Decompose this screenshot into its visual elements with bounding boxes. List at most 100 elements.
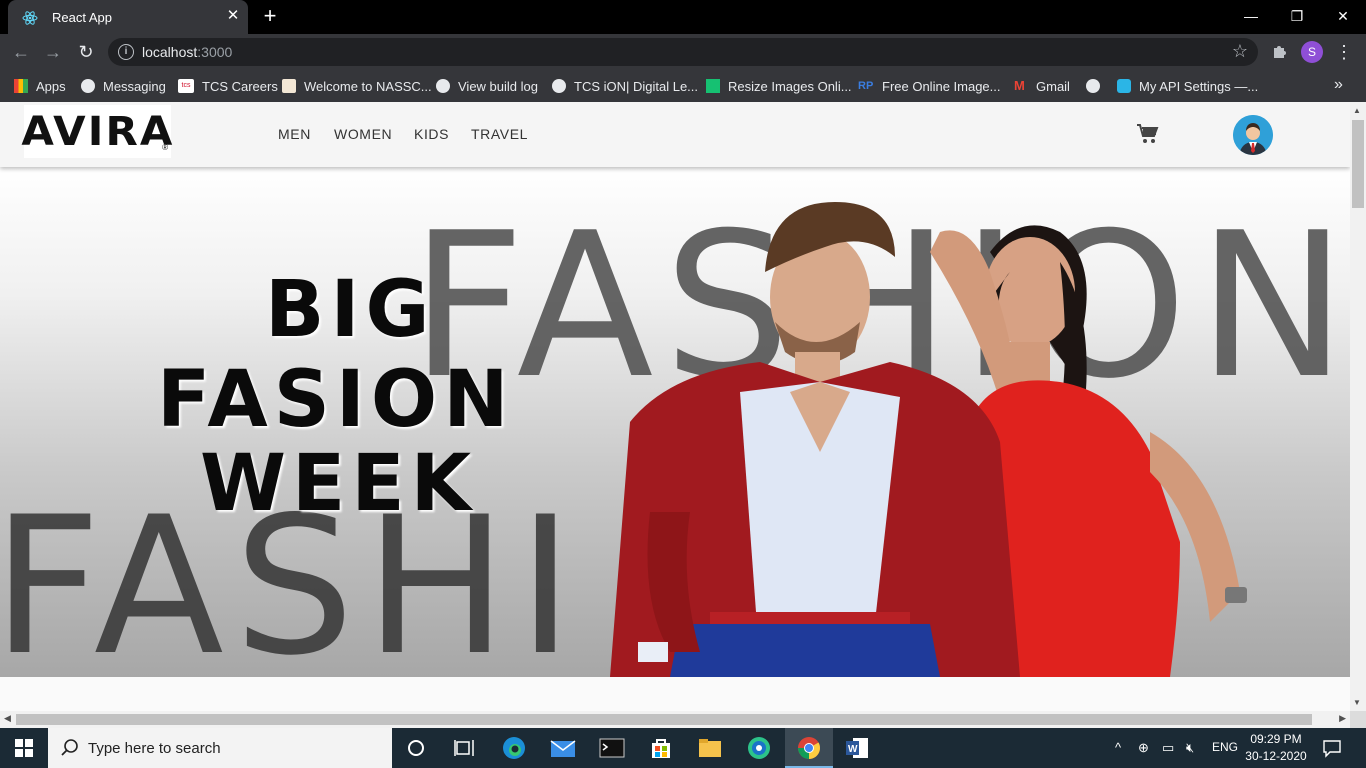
browser-menu-icon[interactable]: ⋮ (1334, 40, 1354, 64)
taskbar-file-explorer[interactable] (686, 728, 734, 768)
new-tab-button[interactable]: + (258, 5, 282, 29)
url-host: localhost (142, 44, 198, 60)
windows-start-button[interactable] (0, 728, 48, 768)
app-header: AVIRA ® MEN WOMEN KIDS TRAVEL (0, 102, 1350, 167)
task-view-button[interactable] (440, 728, 488, 768)
tcs-icon: tcs (178, 79, 194, 93)
horizontal-scroll-thumb[interactable] (16, 714, 1312, 725)
forward-arrow-icon[interactable]: → (40, 40, 66, 64)
site-info-icon[interactable]: i (118, 44, 134, 60)
user-avatar-icon (1233, 115, 1273, 155)
windows-taskbar: Type here to search W ^ ⊕ ▭ 🔇︎ ENG 09:29… (0, 728, 1366, 768)
taskbar-search-placeholder: Type here to search (88, 739, 221, 757)
back-arrow-icon[interactable]: ← (8, 40, 34, 64)
volume-muted-icon[interactable]: 🔇︎ (1186, 740, 1194, 756)
bookmark-label: TCS iON| Digital Le... (574, 78, 699, 94)
avira-logo[interactable]: AVIRA ® (20, 105, 175, 158)
folder-icon (699, 739, 721, 757)
hero-slogan-line: FASION (157, 355, 515, 445)
bookmark-apps[interactable]: Apps (14, 77, 66, 95)
bookmark-messaging[interactable]: Messaging (81, 77, 166, 95)
bookmark-label: View build log (458, 78, 538, 94)
logo-registered-mark: ® (162, 143, 168, 152)
taskbar-search-box[interactable]: Type here to search (48, 728, 392, 768)
browser-tab-strip: React App ✕ + — ❐ ✕ (0, 0, 1366, 34)
bookmark-nasscom[interactable]: Welcome to NASSC... (282, 77, 432, 95)
bookmark-api-settings[interactable]: My API Settings —... (1117, 77, 1258, 95)
api-icon (1117, 79, 1131, 93)
restore-window-button[interactable]: ❐ (1282, 6, 1312, 26)
rp-icon: RP (858, 80, 874, 92)
bookmark-globe[interactable] (1086, 77, 1108, 95)
horizontal-scrollbar[interactable]: ◀ ▶ (0, 711, 1350, 728)
browser-tab-react-app[interactable]: React App ✕ (8, 0, 248, 34)
taskbar-terminal[interactable] (588, 728, 636, 768)
notification-center-icon[interactable] (1322, 738, 1342, 758)
minimize-window-button[interactable]: — (1236, 6, 1266, 26)
taskbar-chrome[interactable] (785, 728, 833, 768)
page-viewport: AVIRA ® MEN WOMEN KIDS TRAVEL FASHION FA… (0, 102, 1350, 711)
page-content-below-hero (0, 677, 1350, 711)
bookmark-star-icon[interactable]: ☆ (1232, 41, 1248, 62)
vertical-scroll-thumb[interactable] (1352, 120, 1364, 208)
profile-avatar[interactable]: S (1301, 41, 1323, 63)
nav-men[interactable]: MEN (278, 126, 311, 142)
close-tab-icon[interactable]: ✕ (224, 7, 242, 25)
cortana-button[interactable] (392, 728, 440, 768)
shopping-cart-icon[interactable] (1136, 123, 1160, 145)
bookmark-gmail[interactable]: M Gmail (1014, 77, 1070, 95)
scroll-right-arrow-icon[interactable]: ▶ (1339, 713, 1346, 724)
hero-slogan-line: BIG (265, 265, 436, 355)
user-avatar[interactable] (1233, 115, 1273, 155)
terminal-icon (599, 738, 625, 758)
clock-time: 09:29 PM (1250, 732, 1302, 746)
input-language[interactable]: ENG (1212, 740, 1238, 754)
globe-icon (81, 79, 95, 93)
nav-travel[interactable]: TRAVEL (471, 126, 528, 142)
reload-icon[interactable]: ↻ (73, 40, 99, 64)
clock-date: 30-12-2020 (1245, 749, 1307, 763)
chrome-icon (798, 737, 820, 759)
mail-icon (550, 740, 576, 757)
taskbar-edge[interactable] (490, 728, 538, 768)
bookmark-label: Apps (36, 78, 66, 94)
bookmark-tcs-careers[interactable]: tcs TCS Careers (178, 77, 278, 95)
taskbar-word[interactable]: W (833, 728, 881, 768)
bookmark-build-log[interactable]: View build log (436, 77, 538, 95)
taskbar-clock[interactable]: 09:29 PM 30-12-2020 (1238, 731, 1314, 765)
bookmark-resize-images[interactable]: Resize Images Onli... (706, 77, 852, 95)
app-circle-icon (748, 737, 770, 759)
nav-kids[interactable]: KIDS (414, 126, 449, 142)
globe-icon (1086, 79, 1100, 93)
battery-icon[interactable]: ▭ (1162, 740, 1174, 756)
bookmark-label: Messaging (103, 78, 166, 94)
nav-women[interactable]: WOMEN (334, 126, 392, 142)
taskbar-store[interactable] (637, 728, 685, 768)
tray-chevron-up-icon[interactable]: ^ (1115, 740, 1121, 755)
address-bar[interactable]: i localhost:3000 ☆ (108, 38, 1258, 66)
more-bookmarks-chevron-icon[interactable]: » (1334, 76, 1343, 94)
extensions-puzzle-icon[interactable] (1270, 42, 1290, 62)
bookmark-label: My API Settings —... (1139, 78, 1259, 94)
resize-icon (706, 79, 720, 93)
nasscom-icon (282, 79, 296, 93)
vertical-scrollbar[interactable]: ▲ ▼ (1350, 102, 1366, 711)
bookmarks-bar: Apps Messaging tcs TCS Careers Welcome to… (0, 70, 1366, 102)
taskbar-mail[interactable] (539, 728, 587, 768)
svg-text:W: W (848, 744, 858, 755)
bookmark-free-online-image[interactable]: RP Free Online Image... (858, 77, 1001, 95)
logo-text: AVIRA (20, 108, 175, 155)
network-globe-icon[interactable]: ⊕ (1138, 740, 1149, 756)
scroll-left-arrow-icon[interactable]: ◀ (4, 713, 11, 724)
hero-slogan-line: WEEK (200, 439, 478, 529)
bookmark-label: Free Online Image... (882, 78, 1001, 94)
gmail-icon: M (1014, 78, 1025, 93)
scroll-up-arrow-icon[interactable]: ▲ (1353, 106, 1361, 115)
bookmark-label: Resize Images Onli... (728, 78, 852, 94)
taskbar-app-green[interactable] (735, 728, 783, 768)
bookmark-tcs-ion[interactable]: TCS iON| Digital Le... (552, 77, 698, 95)
store-bag-icon (652, 739, 670, 758)
close-window-button[interactable]: ✕ (1328, 6, 1358, 26)
scroll-down-arrow-icon[interactable]: ▼ (1353, 698, 1361, 707)
globe-icon (552, 79, 566, 93)
